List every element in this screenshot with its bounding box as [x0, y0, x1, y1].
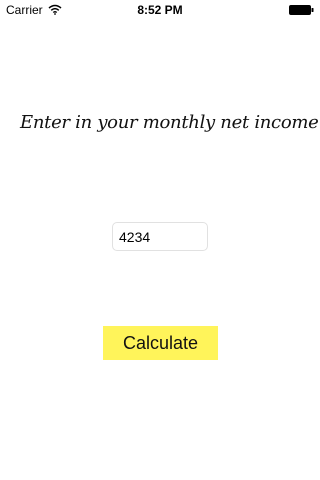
battery-icon	[289, 5, 314, 15]
income-prompt: Enter in your monthly net income	[20, 112, 319, 133]
income-input[interactable]	[112, 222, 208, 251]
status-bar: Carrier 8:52 PM	[0, 0, 320, 20]
status-time: 8:52 PM	[137, 3, 183, 17]
calculate-button[interactable]: Calculate	[103, 326, 218, 360]
